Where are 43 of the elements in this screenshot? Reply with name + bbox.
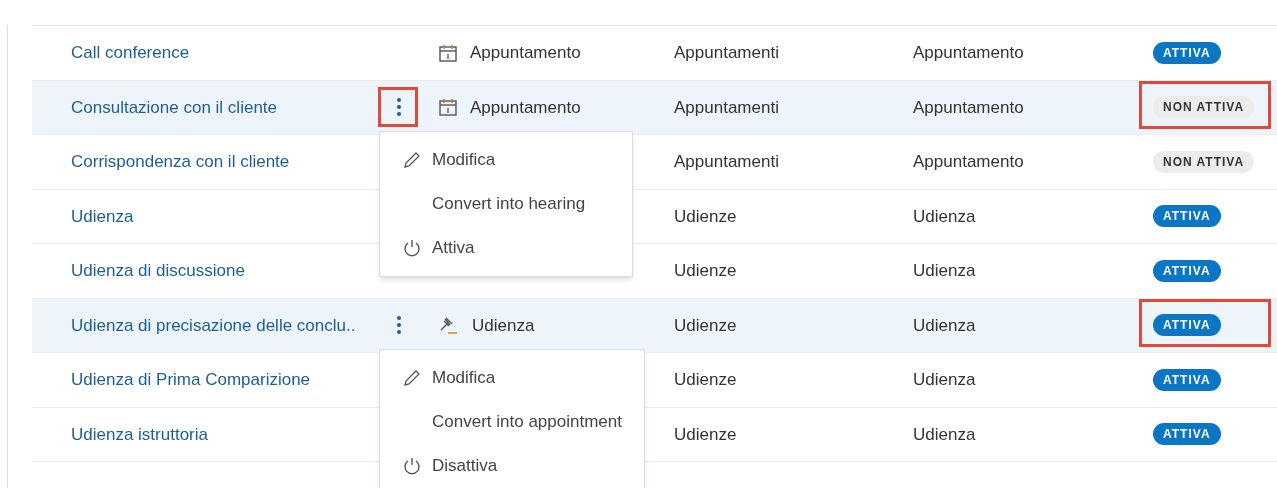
gavel-icon (438, 315, 460, 336)
status-badge: ATTIVA (1153, 259, 1221, 282)
category-cell-text: Udienze (674, 423, 738, 446)
category-cell-text: Udienze (674, 369, 738, 391)
row-name-link[interactable]: Udienza (71, 203, 371, 229)
row-name-link[interactable]: Consultazione con il cliente (71, 94, 371, 120)
kind-cell-text: Udienza (913, 369, 977, 391)
calendar-icon (438, 42, 458, 63)
row-name-link[interactable]: Udienza di Prima Comparizione (71, 367, 371, 393)
menu-item[interactable]: Convert into appointment (380, 399, 644, 444)
status-badge: ATTIVA (1153, 368, 1221, 391)
power-icon (402, 237, 422, 258)
kind-cell-text: Appuntamento (913, 42, 1025, 64)
category-cell-text: Appuntamenti (674, 151, 780, 173)
kind-cell-text: Appuntamento (913, 96, 1025, 119)
status-badge: ATTIVA (1153, 41, 1221, 64)
status-badge: ATTIVA (1153, 205, 1221, 228)
row-name-link[interactable]: Corrispondenza con il cliente (71, 149, 371, 175)
menu-item[interactable]: Attiva (380, 225, 632, 270)
type-label: Appuntamento (470, 42, 581, 64)
row-name-link[interactable]: Udienza di precisazione delle conclu.. (71, 312, 371, 338)
menu-item[interactable]: Modifica (380, 355, 644, 400)
status-badge: ATTIVA (1153, 314, 1221, 337)
status-badge: NON ATTIVA (1153, 96, 1255, 119)
menu-item[interactable]: Convert into hearing (380, 181, 632, 226)
kind-cell-text: Udienza (913, 423, 977, 446)
menu-item[interactable]: Modifica (380, 137, 632, 182)
kind-cell-text: Udienza (913, 205, 977, 228)
menu-item[interactable]: Disattiva (380, 443, 644, 488)
kind-cell-text: Appuntamento (913, 151, 1025, 173)
status-badge: ATTIVA (1153, 423, 1221, 446)
category-cell-text: Appuntamenti (674, 42, 780, 64)
type-label: Appuntamento (470, 96, 581, 119)
row-name-link[interactable]: Call conference (71, 40, 371, 66)
calendar-icon (438, 97, 458, 118)
category-cell-text: Udienze (674, 205, 738, 228)
type-label: Udienza (472, 314, 535, 337)
status-badge: NON ATTIVA (1153, 150, 1255, 173)
kind-cell-text: Udienza (913, 314, 977, 337)
category-cell-text: Udienze (674, 314, 738, 337)
power-icon (402, 455, 422, 476)
row-name-link[interactable]: Udienza istruttoria (71, 421, 371, 447)
category-cell-text: Appuntamenti (674, 96, 780, 119)
